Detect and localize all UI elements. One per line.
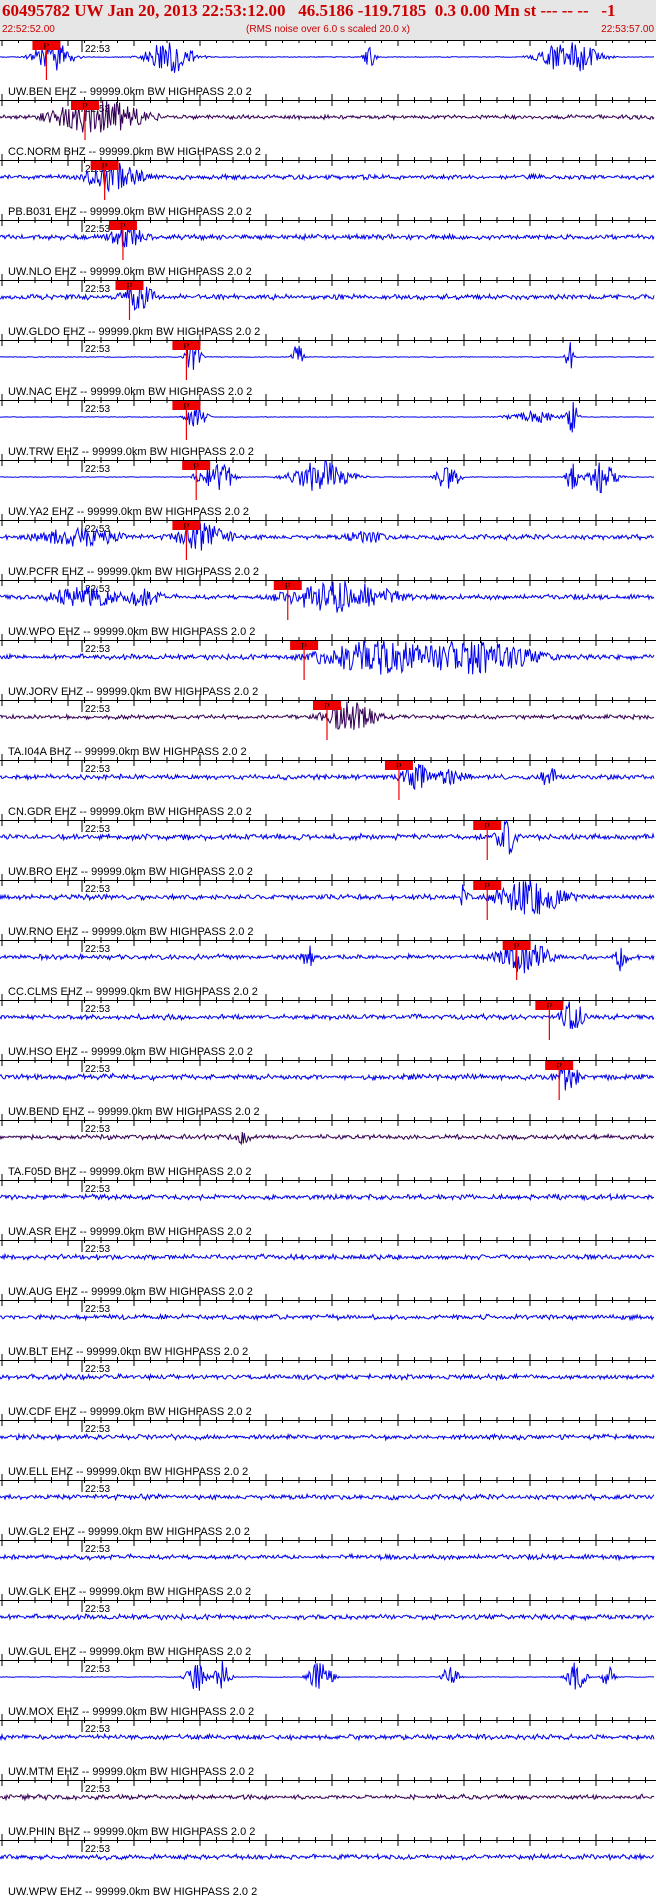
station-label: CN.GDR EHZ -- 99999.0km BW HIGHPASS 2.0 … — [8, 806, 252, 818]
station-label: UW.CDF EHZ -- 99999.0km BW HIGHPASS 2.0 … — [8, 1406, 252, 1418]
station-label: UW.BRO EHZ -- 99999.0km BW HIGHPASS 2.0 … — [8, 866, 253, 878]
minute-time-label: 22:53 — [85, 1064, 110, 1075]
waveform — [0, 1852, 655, 1862]
minute-time-label: 22:53 — [85, 1484, 110, 1495]
minute-time-label: 22:53 — [85, 464, 110, 475]
minute-time-label: 22:53 — [85, 1544, 110, 1555]
waveform — [0, 1372, 655, 1382]
station-label: UW.ELL EHZ -- 99999.0km BW HIGHPASS 2.0 … — [8, 1466, 248, 1478]
station-label: UW.WPO EHZ -- 99999.0km BW HIGHPASS 2.0 … — [8, 626, 255, 638]
waveform — [0, 1252, 655, 1262]
minute-time-label: 22:53 — [85, 344, 110, 355]
station-label: UW.WPW EHZ -- 99999.0km BW HIGHPASS 2.0 … — [8, 1886, 257, 1898]
minute-time-label: 22:53 — [85, 824, 110, 835]
station-label: UW.BEN EHZ -- 99999.0km BW HIGHPASS 2.0 … — [8, 86, 252, 98]
minute-time-label: 22:53 — [85, 404, 110, 415]
minute-time-label: 22:53 — [85, 1424, 110, 1435]
station-label: UW.YA2 EHZ -- 99999.0km BW HIGHPASS 2.0 … — [8, 506, 249, 518]
minute-time-label: 22:53 — [85, 944, 110, 955]
station-label: TA.F05D BHZ -- 99999.0km BW HIGHPASS 2.0… — [8, 1166, 252, 1178]
waveform — [0, 1312, 655, 1322]
seismogram-traces: 22:53PUW.BEN EHZ -- 99999.0km BW HIGHPAS… — [0, 40, 656, 1898]
minute-time-label: 22:53 — [85, 1004, 110, 1015]
station-label: UW.NLO EHZ -- 99999.0km BW HIGHPASS 2.0 … — [8, 266, 252, 278]
minute-time-label: 22:53 — [85, 1304, 110, 1315]
minute-time-label: 22:53 — [85, 1844, 110, 1855]
minute-time-label: 22:53 — [85, 284, 110, 295]
station-label: UW.GL2 EHZ -- 99999.0km BW HIGHPASS 2.0 … — [8, 1526, 250, 1538]
minute-time-label: 22:53 — [85, 1184, 110, 1195]
station-label: UW.HSO EHZ -- 99999.0km BW HIGHPASS 2.0 … — [8, 1046, 253, 1058]
station-label: UW.PHIN BHZ -- 99999.0km BW HIGHPASS 2.0… — [8, 1826, 255, 1838]
waveform — [0, 1432, 655, 1442]
minute-time-label: 22:53 — [85, 1124, 110, 1135]
station-label: UW.ASR EHZ -- 99999.0km BW HIGHPASS 2.0 … — [8, 1226, 252, 1238]
minute-time-label: 22:53 — [85, 1604, 110, 1615]
station-label: UW.TRW EHZ -- 99999.0km BW HIGHPASS 2.0 … — [8, 446, 254, 458]
station-label: UW.GUL EHZ -- 99999.0km BW HIGHPASS 2.0 … — [8, 1646, 251, 1658]
waveform — [0, 1732, 655, 1742]
station-label: UW.BLT EHZ -- 99999.0km BW HIGHPASS 2.0 … — [8, 1346, 248, 1358]
minute-time-label: 22:53 — [85, 44, 110, 55]
station-label: UW.MTM EHZ -- 99999.0km BW HIGHPASS 2.0 … — [8, 1766, 254, 1778]
seismogram-panel: 22:53PUW.BEN EHZ -- 99999.0km BW HIGHPAS… — [0, 40, 656, 1898]
station-label: PB.B031 EHZ -- 99999.0km BW HIGHPASS 2.0… — [8, 206, 252, 218]
station-label: UW.JORV EHZ -- 99999.0km BW HIGHPASS 2.0… — [8, 686, 258, 698]
station-label: CC.CLMS EHZ -- 99999.0km BW HIGHPASS 2.0… — [8, 986, 258, 998]
waveform — [0, 1792, 655, 1802]
minute-time-label: 22:53 — [85, 644, 110, 655]
event-header: 60495782 UW Jan 20, 2013 22:53:12.00 46.… — [0, 0, 656, 41]
station-label: UW.NAC EHZ -- 99999.0km BW HIGHPASS 2.0 … — [8, 386, 252, 398]
minute-time-label: 22:53 — [85, 224, 110, 235]
station-label: UW.AUG EHZ -- 99999.0km BW HIGHPASS 2.0 … — [8, 1286, 253, 1298]
minute-time-label: 22:53 — [85, 1244, 110, 1255]
minute-time-label: 22:53 — [85, 764, 110, 775]
minute-time-label: 22:53 — [85, 1784, 110, 1795]
station-label: TA.I04A BHZ -- 99999.0km BW HIGHPASS 2.0… — [8, 746, 247, 758]
end-time-label: 22:53:57.00 — [601, 24, 654, 35]
rms-noise-note: (RMS noise over 6.0 s scaled 20.0 x) — [246, 24, 410, 35]
station-label: UW.GLK EHZ -- 99999.0km BW HIGHPASS 2.0 … — [8, 1586, 251, 1598]
minute-time-label: 22:53 — [85, 1664, 110, 1675]
event-title: 60495782 UW Jan 20, 2013 22:53:12.00 46.… — [2, 1, 616, 20]
minute-time-label: 22:53 — [85, 704, 110, 715]
station-label: UW.MOX EHZ -- 99999.0km BW HIGHPASS 2.0 … — [8, 1706, 254, 1718]
station-label: UW.RNO EHZ -- 99999.0km BW HIGHPASS 2.0 … — [8, 926, 254, 938]
